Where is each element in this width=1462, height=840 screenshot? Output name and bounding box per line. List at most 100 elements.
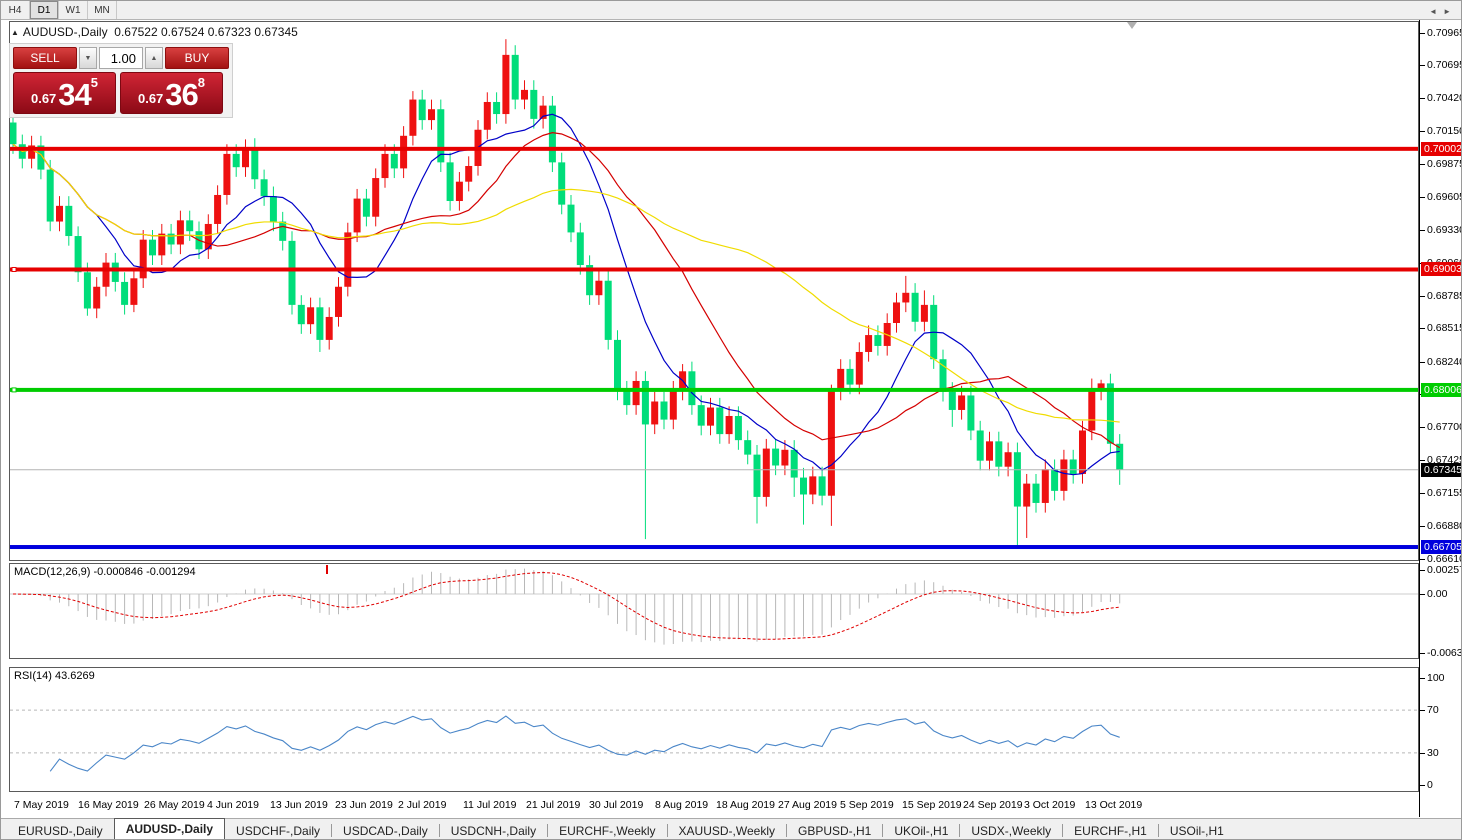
candle <box>744 430 752 465</box>
price-tick: 0.69330 <box>1427 223 1462 236</box>
tab-usdcad-daily[interactable]: USDCAD-,Daily <box>332 821 439 839</box>
horizontal-line-0.68006[interactable] <box>10 387 1418 393</box>
buy-price-main: 36 <box>165 77 198 112</box>
price-tick-tick <box>1420 460 1425 462</box>
date-label: 23 Jun 2019 <box>335 799 393 811</box>
tab-ukoil-h1[interactable]: UKOil-,H1 <box>883 821 959 839</box>
macd-tick: -0.006326 <box>1427 646 1461 659</box>
candle <box>46 159 54 232</box>
timeframe-button-mn[interactable]: MN <box>88 1 117 19</box>
volume-input[interactable] <box>99 47 143 69</box>
price-tick-tick <box>1420 196 1425 198</box>
timeframe-button-d1[interactable]: D1 <box>30 1 59 19</box>
tab-usdcnh-daily[interactable]: USDCNH-,Daily <box>440 821 547 839</box>
candle <box>855 342 863 395</box>
candle <box>521 80 528 110</box>
date-label: 27 Aug 2019 <box>778 799 837 811</box>
tab-scroll-arrows[interactable]: ◄► <box>1429 7 1457 16</box>
tab-eurchf-h1[interactable]: EURCHF-,H1 <box>1063 821 1158 839</box>
candle <box>660 391 668 430</box>
candle <box>511 45 519 110</box>
date-label: 11 Jul 2019 <box>463 799 517 811</box>
horizontal-line-0.70002[interactable] <box>10 146 1418 151</box>
candle <box>920 290 928 332</box>
one-click-panel-toggle-icon[interactable]: ▲ <box>11 28 19 37</box>
candle <box>753 444 761 524</box>
price-level-badge-0.68006[interactable]: 0.68006 <box>1421 382 1461 397</box>
date-label: 8 Aug 2019 <box>655 799 709 811</box>
candle <box>1041 459 1049 513</box>
sell-price-prefix: 0.67 <box>30 91 57 106</box>
rsi-tick: 0 <box>1427 779 1433 791</box>
macd-canvas[interactable] <box>10 564 1418 658</box>
price-level-badge-0.69003[interactable]: 0.69003 <box>1421 262 1461 277</box>
rsi-pane[interactable]: RSI(14) 43.6269 <box>9 667 1419 792</box>
timeframe-button-w1[interactable]: W1 <box>59 1 88 19</box>
price-tick: 0.68240 <box>1427 355 1462 368</box>
tab-eurusd-daily[interactable]: EURUSD-,Daily <box>7 821 114 839</box>
chevron-down-icon: ▼ <box>84 54 92 62</box>
rsi-canvas[interactable] <box>10 668 1418 791</box>
candle <box>418 89 426 130</box>
candle <box>409 91 417 146</box>
candle <box>372 168 380 227</box>
candle <box>558 152 566 215</box>
sell-price-main: 34 <box>58 77 91 112</box>
tab-usoil-h1[interactable]: USOil-,H1 <box>1159 821 1235 839</box>
candle <box>1060 449 1068 501</box>
tab-eurchf-weekly[interactable]: EURCHF-,Weekly <box>548 821 666 839</box>
sell-price-box[interactable]: 0.67 34 5 <box>13 72 116 114</box>
date-label: 15 Sep 2019 <box>902 799 962 811</box>
candle <box>428 99 435 130</box>
timeframe-button-h4[interactable]: H4 <box>1 1 30 19</box>
horizontal-line-0.69003[interactable] <box>10 266 1418 272</box>
price-level-badge-0.66705[interactable]: 0.66705 <box>1421 540 1461 555</box>
tab-usdchf-daily[interactable]: USDCHF-,Daily <box>225 821 331 839</box>
bid-price-badge: 0.67345 <box>1421 462 1461 477</box>
candle <box>911 283 919 332</box>
price-level-badge-0.70002[interactable]: 0.70002 <box>1421 141 1461 156</box>
date-axis[interactable]: 7 May 2019 16 May 2019 26 May 2019 4 Jun 20… <box>1 792 1419 818</box>
tab-audusd-daily[interactable]: AUDUSD-,Daily <box>113 818 226 839</box>
candle <box>455 172 463 211</box>
tab-xauusd-weekly[interactable]: XAUUSD-,Weekly <box>668 821 786 839</box>
sell-price-pip: 5 <box>90 75 99 90</box>
scroll-right-icon[interactable]: ► <box>1443 7 1457 16</box>
candle <box>353 188 361 243</box>
horizontal-line-0.66705[interactable] <box>10 545 1418 550</box>
tab-usdx-weekly[interactable]: USDX-,Weekly <box>960 821 1062 839</box>
sell-button[interactable]: SELL <box>13 47 77 69</box>
candle <box>297 295 305 334</box>
candle <box>56 196 63 232</box>
price-tick-tick <box>1420 130 1425 132</box>
chart-shift-marker-icon[interactable] <box>1127 22 1137 29</box>
date-label: 30 Jul 2019 <box>589 799 644 811</box>
scroll-left-icon[interactable]: ◄ <box>1429 7 1443 16</box>
price-tick-tick <box>1420 426 1425 428</box>
candle <box>976 420 984 471</box>
candle <box>818 466 826 506</box>
price-tick: 0.70420 <box>1427 92 1462 105</box>
candle <box>223 144 231 205</box>
price-axis[interactable]: 0.70965 0.70695 0.70420 0.70150 0.69875 0.696… <box>1419 20 1462 817</box>
candle <box>1069 449 1077 484</box>
candle <box>130 268 138 313</box>
candle <box>176 210 184 255</box>
macd-pane[interactable]: MACD(12,26,9) -0.000846 -0.001294 <box>9 563 1419 659</box>
date-label: 16 May 2019 <box>78 799 139 811</box>
price-tick-tick <box>1420 164 1425 166</box>
candle <box>335 277 342 327</box>
candle <box>586 255 594 305</box>
rsi-tick-tick <box>1420 785 1425 786</box>
price-tick: 0.69875 <box>1427 158 1462 171</box>
buy-price-box[interactable]: 0.67 36 8 <box>120 72 223 114</box>
candle <box>158 223 166 266</box>
macd-histogram <box>21 568 1121 645</box>
volume-increase-button[interactable]: ▲ <box>145 47 163 69</box>
candle <box>902 275 910 313</box>
volume-decrease-button[interactable]: ▼ <box>79 47 97 69</box>
tab-gbpusd-h1[interactable]: GBPUSD-,H1 <box>787 821 882 839</box>
buy-button[interactable]: BUY <box>165 47 229 69</box>
buy-price-pip: 8 <box>197 75 206 90</box>
date-label: 18 Aug 2019 <box>716 799 775 811</box>
